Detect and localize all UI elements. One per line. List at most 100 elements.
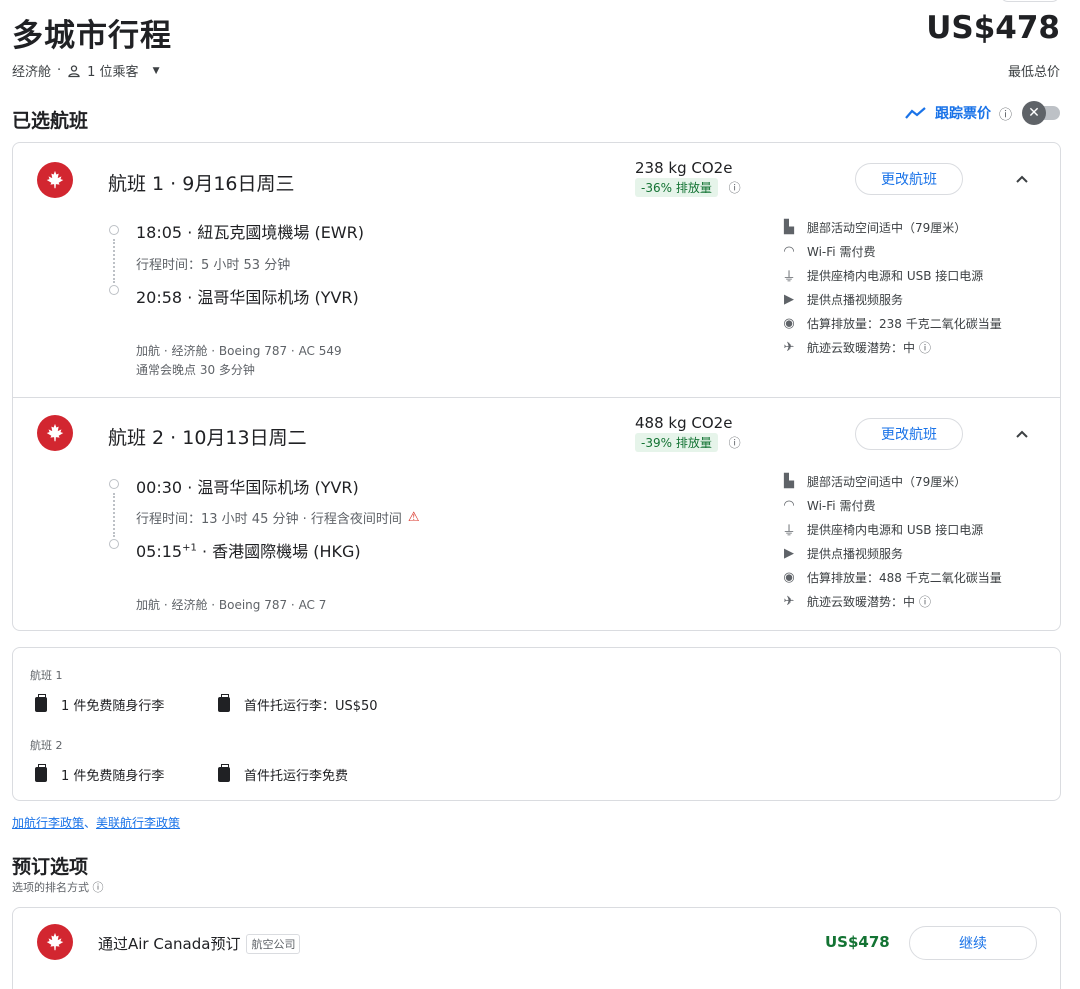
flight-2-details: 加航 · 经济舱 · Boeing 787 · AC 7 [136, 598, 327, 612]
baggage-policy-links: 加航行李政策、美联航行李政策 [12, 816, 181, 830]
amenity-item: ◉ 估算排放量：488 千克二氧化碳当量 [781, 565, 1001, 589]
flight-1-aircraft: 加航 · 经济舱 · Boeing 787 · AC 549 [136, 344, 342, 358]
flight-2-arrival-time: 05:15 [136, 542, 183, 561]
amenity-item: ▙ 腿部活动空间适中（79厘米） [781, 215, 1002, 239]
flight-1-delay: 通常会晚点 30 多分钟 [136, 363, 255, 377]
globe-icon: ◉ [783, 569, 795, 585]
lowest-price-label: 最低总价 [1007, 65, 1060, 80]
contrail-icon: ✈ [783, 339, 795, 355]
meta-separator: · [57, 63, 62, 78]
legroom-icon: ▙ [784, 473, 794, 489]
total-price: US$478 [926, 10, 1060, 46]
globe-icon: ◉ [783, 315, 795, 331]
info-icon[interactable]: ⓘ [919, 339, 931, 356]
track-prices: 跟踪票价 ⓘ ✕ [905, 101, 1060, 125]
trip-meta: 经济舱 · 1 位乘客 ▼ [12, 61, 159, 80]
booking-option-price: US$478 [825, 933, 890, 951]
baggage-card: 航班 1 1 件免费随身行李 首件托运行李：US$50 航班 2 1 件免费随身… [12, 647, 1061, 801]
baggage-flight-2-label: 航班 2 [30, 739, 63, 752]
amenity-item: ⏚ 提供座椅内电源和 USB 接口电源 [781, 517, 1002, 541]
trend-icon [905, 106, 927, 120]
info-icon[interactable]: ⓘ [999, 104, 1012, 123]
cabin-class[interactable]: 经济舱 [12, 61, 51, 80]
route-line [113, 493, 115, 537]
close-icon: ✕ [1022, 101, 1046, 125]
amenity-item: ◠ Wi-Fi 需付费 [781, 239, 1002, 263]
baggage-flight-2-carry: 1 件免费随身行李 [35, 764, 164, 784]
bag-icon [218, 764, 230, 782]
baggage-flight-1-checked: 首件托运行李：US$50 [218, 694, 378, 714]
departure-dot [109, 479, 119, 489]
maple-leaf-icon [37, 924, 73, 960]
flight-1-duration: 行程时间：5 小时 53 分钟 [136, 258, 291, 273]
warning-icon: ⚠ [407, 510, 420, 525]
amenity-item: ◠ Wi-Fi 需付费 [781, 493, 1002, 517]
flight-1-change-button[interactable]: 更改航班 [855, 163, 963, 195]
next-day-marker: +1 [182, 542, 197, 554]
flight-1-co2: 238 kg CO2e [635, 159, 733, 177]
chevron-down-icon[interactable]: ▼ [153, 66, 160, 76]
track-prices-toggle[interactable]: ✕ [1022, 101, 1060, 125]
departure-dot [109, 225, 119, 235]
air-canada-policy-link[interactable]: 加航行李政策 [12, 816, 84, 830]
video-icon: ▶ [784, 545, 794, 561]
video-icon: ▶ [784, 291, 794, 307]
amenity-item: ✈ 航迹云致暖潜势：中 ⓘ [781, 335, 1002, 359]
airline-tag: 航空公司 [246, 933, 301, 954]
route-line [113, 239, 115, 283]
united-policy-link[interactable]: 美联航行李政策 [96, 816, 180, 830]
info-icon[interactable]: ⓘ [729, 181, 741, 195]
flight-2-co2: 488 kg CO2e [635, 414, 733, 432]
wifi-icon: ◠ [783, 497, 795, 513]
amenity-item: ◉ 估算排放量：238 千克二氧化碳当量 [781, 311, 1001, 335]
person-icon [67, 64, 81, 78]
flight-2-duration: 行程时间：13 小时 45 分钟 · 行程含夜间时间 [136, 512, 402, 527]
flight-1-emissions: 238 kg CO2e -36% 排放量 ⓘ [635, 159, 741, 197]
flight-1-co2-badge: -36% 排放量 [635, 178, 718, 197]
arrival-dot [109, 285, 119, 295]
flight-2-arrival-airport: · 香港國際機場 (HKG) [196, 542, 361, 561]
baggage-flight-2-checked: 首件托运行李免费 [218, 764, 348, 784]
bag-icon [218, 694, 230, 712]
flight-2-departure: 00:30 · 温哥华国际机场 (YVR) [136, 478, 359, 497]
continue-button[interactable]: 继续 [909, 926, 1037, 960]
top-button-edge[interactable] [1000, 0, 1060, 2]
passenger-count[interactable]: 1 位乘客 [87, 61, 138, 80]
amenity-item: ▶ 提供点播视频服务 [781, 287, 1002, 311]
amenity-item: ▶ 提供点播视频服务 [781, 541, 1002, 565]
info-icon[interactable]: ⓘ [919, 593, 931, 610]
booking-ranking-note: 选项的排名方式 ⓘ [12, 881, 104, 894]
amenity-item: ▙ 腿部活动空间适中（79厘米） [781, 469, 1002, 493]
bag-icon [35, 764, 47, 782]
flight-2-co2-badge: -39% 排放量 [635, 433, 718, 452]
flight-divider [13, 397, 1060, 398]
booking-option-name-row: 通过Air Canada预订 航空公司 [98, 933, 301, 954]
baggage-flight-1-carry: 1 件免费随身行李 [35, 694, 164, 714]
chevron-up-icon[interactable] [1015, 169, 1029, 188]
flight-2-duration-row: 行程时间：13 小时 45 分钟 · 行程含夜间时间 ⚠ [136, 508, 420, 527]
chevron-up-icon[interactable] [1015, 424, 1029, 443]
flight-2-amenities: ▙ 腿部活动空间适中（79厘米） ◠ Wi-Fi 需付费 ⏚ 提供座椅内电源和 USB… [781, 469, 1002, 613]
track-prices-label[interactable]: 跟踪票价 [935, 103, 991, 123]
amenity-item: ⏚ 提供座椅内电源和 USB 接口电源 [781, 263, 1002, 287]
selected-flights-card: 航班 1 · 9月16日周三 238 kg CO2e -36% 排放量 ⓘ 更改… [12, 142, 1061, 631]
amenity-item: ✈ 航迹云致暖潜势：中 ⓘ [781, 589, 1002, 613]
baggage-flight-1-label: 航班 1 [30, 669, 63, 682]
maple-leaf-icon [37, 162, 73, 198]
flight-1-arrival: 20:58 · 温哥华国际机场 (YVR) [136, 288, 359, 307]
contrail-icon: ✈ [783, 593, 795, 609]
flight-2-emissions: 488 kg CO2e -39% 排放量 ⓘ [635, 414, 741, 452]
booking-options-title: 预订选项 [12, 856, 89, 878]
flight-1-amenities: ▙ 腿部活动空间适中（79厘米） ◠ Wi-Fi 需付费 ⏚ 提供座椅内电源和 USB… [781, 215, 1002, 359]
info-icon[interactable]: ⓘ [93, 881, 104, 894]
power-icon: ⏚ [782, 269, 796, 285]
flight-2-arrival: 05:15+1 · 香港國際機場 (HKG) [136, 538, 361, 562]
booking-option-card: 通过Air Canada预订 航空公司 US$478 继续 [12, 907, 1061, 989]
booking-option-name: 通过Air Canada预订 [98, 935, 241, 953]
info-icon[interactable]: ⓘ [729, 436, 741, 450]
selected-flights-title: 已选航班 [12, 110, 89, 132]
flight-1-title: 航班 1 · 9月16日周三 [108, 173, 295, 195]
flight-1-details: 加航 · 经济舱 · Boeing 787 · AC 549 通常会晚点 30 … [136, 342, 342, 380]
flight-2-change-button[interactable]: 更改航班 [855, 418, 963, 450]
legroom-icon: ▙ [784, 219, 794, 235]
